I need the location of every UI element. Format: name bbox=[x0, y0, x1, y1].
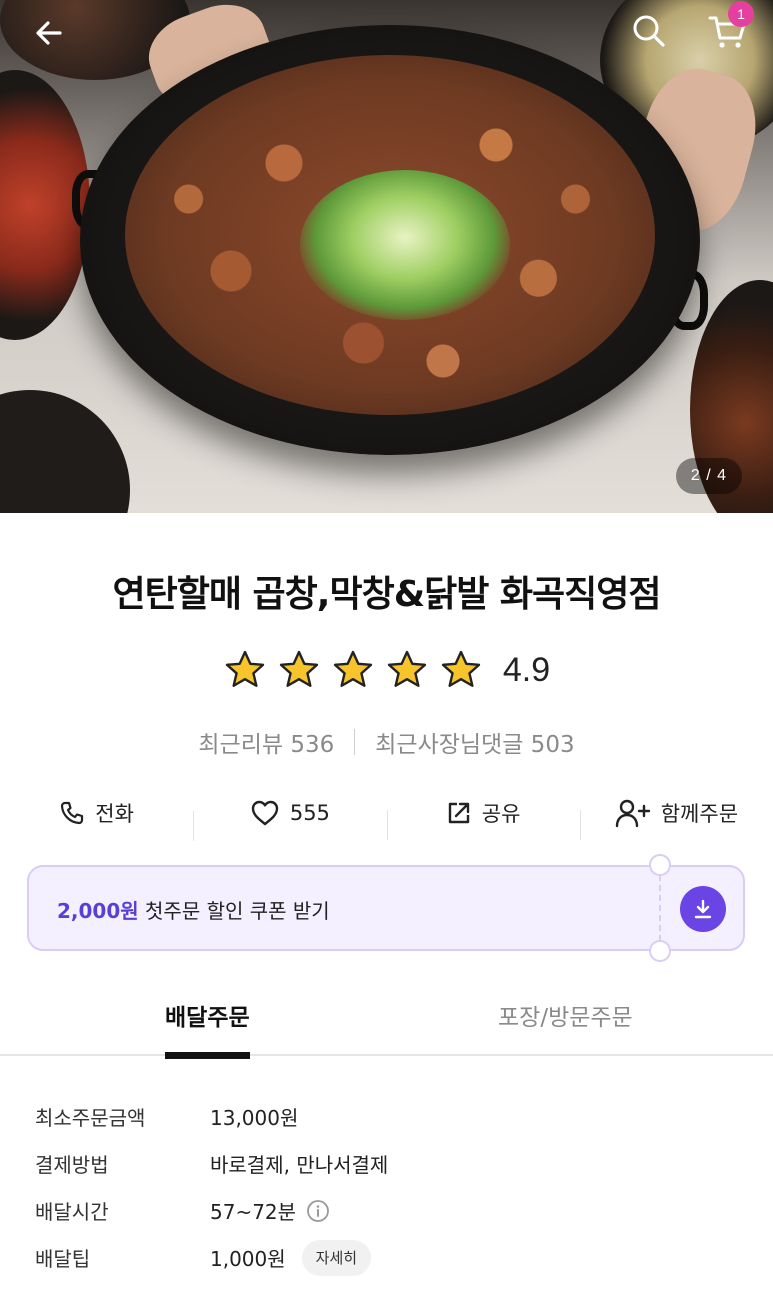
cart-count-badge: 1 bbox=[728, 1, 754, 27]
star-icon bbox=[279, 650, 319, 687]
search-button[interactable] bbox=[628, 10, 670, 52]
owner-replies-link[interactable]: 최근사장님댓글 503 bbox=[375, 725, 574, 759]
divider bbox=[354, 729, 356, 755]
delivery-tip-row: 배달팁 1,000원 자세히 bbox=[35, 1234, 735, 1281]
info-icon[interactable] bbox=[306, 1199, 330, 1223]
share-icon bbox=[448, 802, 469, 824]
delivery-info: 최소주문금액 13,000원 결제방법 바로결제, 만나서결제 배달시간 57~… bbox=[35, 1093, 735, 1281]
min-order-row: 최소주문금액 13,000원 bbox=[35, 1093, 735, 1140]
like-count: 555 bbox=[289, 801, 330, 825]
star-icon bbox=[333, 650, 373, 687]
store-action-bar: 전화 555 공유 함께주문 bbox=[0, 786, 773, 841]
order-type-tabs: 배달주문 포장/방문주문 bbox=[0, 990, 773, 1059]
star-icon bbox=[225, 650, 265, 687]
payment-value: 바로결제, 만나서결제 bbox=[210, 1153, 389, 1177]
min-order-label: 최소주문금액 bbox=[35, 1106, 146, 1130]
call-button[interactable]: 전화 bbox=[0, 798, 193, 828]
group-order-label: 함께주문 bbox=[660, 802, 739, 826]
payment-label: 결제방법 bbox=[35, 1153, 109, 1177]
coupon-text: 2,000원 첫주문 할인 쿠폰 받기 bbox=[57, 895, 330, 924]
phone-icon bbox=[61, 801, 84, 825]
review-stats: 최근리뷰 536 최근사장님댓글 503 bbox=[0, 725, 773, 759]
delivery-time-group: 57~72분 bbox=[210, 1196, 330, 1225]
tab-pickup[interactable]: 포장/방문주문 bbox=[498, 998, 633, 1052]
delivery-tip-value: 1,000원 bbox=[210, 1247, 286, 1271]
delivery-tip-label: 배달팁 bbox=[35, 1247, 91, 1271]
first-order-coupon[interactable]: 2,000원 첫주문 할인 쿠폰 받기 bbox=[27, 854, 745, 962]
coupon-description: 첫주문 할인 쿠폰 받기 bbox=[138, 899, 330, 923]
store-title: 연탄할매 곱창,막창&닭발 화곡직영점 bbox=[112, 574, 662, 615]
recent-reviews-link[interactable]: 최근리뷰 536 bbox=[198, 725, 334, 759]
share-label: 공유 bbox=[481, 802, 521, 826]
tab-delivery[interactable]: 배달주문 bbox=[165, 998, 250, 1059]
star-icon bbox=[387, 650, 427, 687]
payment-row: 결제방법 바로결제, 만나서결제 bbox=[35, 1140, 735, 1187]
delivery-time-label: 배달시간 bbox=[35, 1200, 109, 1224]
tip-detail-button[interactable]: 자세히 bbox=[301, 1239, 372, 1276]
download-icon bbox=[694, 899, 712, 919]
coupon-notch bbox=[649, 940, 671, 962]
rating-row[interactable]: 4.9 bbox=[0, 648, 773, 692]
share-button[interactable]: 공유 bbox=[386, 798, 580, 840]
heart-icon bbox=[251, 800, 279, 826]
add-person-icon bbox=[615, 799, 650, 828]
delivery-time-value: 57~72분 bbox=[210, 1200, 297, 1224]
like-button[interactable]: 555 bbox=[193, 799, 386, 841]
coupon-divider bbox=[659, 875, 661, 941]
search-icon bbox=[633, 15, 665, 47]
coupon-download-button[interactable] bbox=[680, 886, 726, 932]
arrow-left-icon bbox=[36, 21, 62, 45]
store-photo-carousel[interactable]: 1 2 / 4 bbox=[0, 0, 773, 513]
image-counter: 2 / 4 bbox=[676, 458, 742, 494]
coupon-notch bbox=[649, 854, 671, 876]
coupon-amount: 2,000원 bbox=[57, 899, 139, 923]
delivery-time-row: 배달시간 57~72분 bbox=[35, 1187, 735, 1234]
min-order-value: 13,000원 bbox=[210, 1106, 299, 1130]
star-icon bbox=[441, 650, 481, 687]
green-onion-topping bbox=[300, 170, 510, 320]
call-label: 전화 bbox=[95, 802, 134, 826]
delivery-tip-group: 1,000원 자세히 bbox=[210, 1239, 372, 1276]
back-button[interactable] bbox=[28, 12, 70, 54]
rating-value: 4.9 bbox=[502, 650, 551, 689]
group-order-button[interactable]: 함께주문 bbox=[579, 798, 773, 840]
